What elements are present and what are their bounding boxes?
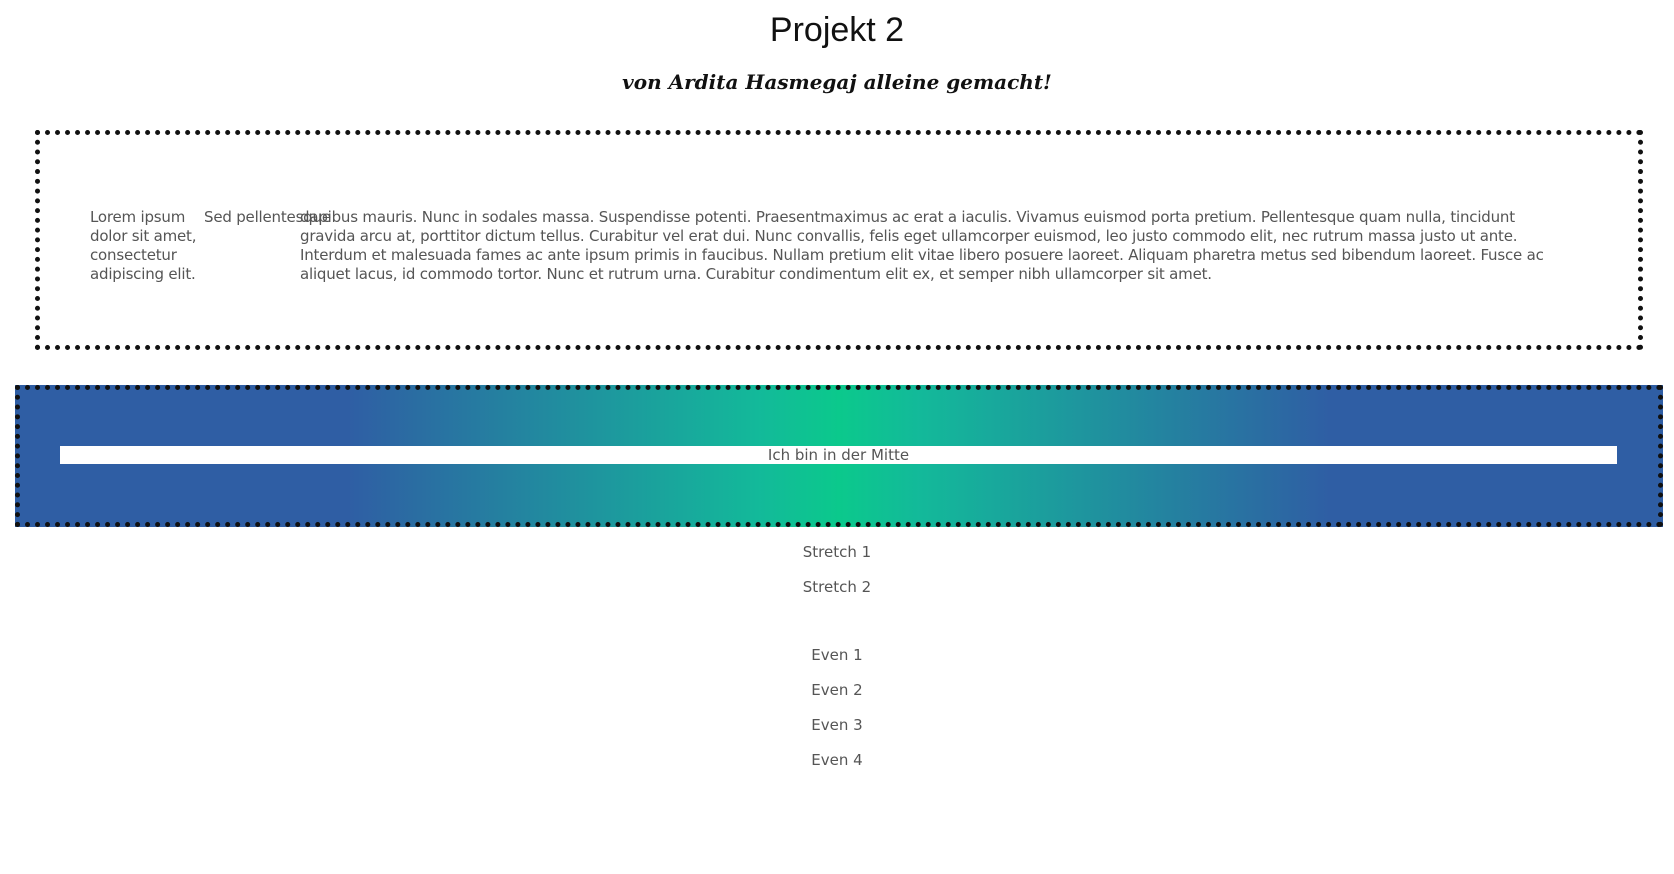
even-item-3: Even 3: [811, 716, 863, 734]
gradient-section: Ich bin in der Mitte: [15, 385, 1663, 527]
even-item-2: Even 2: [811, 681, 863, 699]
center-text-bar: Ich bin in der Mitte: [60, 446, 1617, 464]
stretch-list: Stretch 1 Stretch 2: [0, 535, 1674, 605]
stretch-item-2: Stretch 2: [802, 578, 872, 596]
page-title: Projekt 2: [769, 11, 905, 49]
page-subtitle: von Ardita Hasmegaj alleine gemacht!: [622, 70, 1052, 94]
stretch-item-1: Stretch 1: [802, 543, 872, 561]
even-item-1: Even 1: [811, 646, 863, 664]
text-column-1: Lorem ipsum dolor sit amet, consectetur …: [90, 208, 197, 283]
text-column-3: dapibus mauris. Nunc in sodales massa. S…: [300, 208, 1544, 283]
text-columns: Lorem ipsum dolor sit amet, consectetur …: [90, 208, 1620, 284]
even-item-4: Even 4: [811, 751, 863, 769]
even-list: Even 1 Even 2 Even 3 Even 4: [0, 638, 1674, 778]
dotted-text-box: Lorem ipsum dolor sit amet, consectetur …: [35, 130, 1643, 350]
text-column-2: Sed pellentesque: [204, 208, 331, 226]
